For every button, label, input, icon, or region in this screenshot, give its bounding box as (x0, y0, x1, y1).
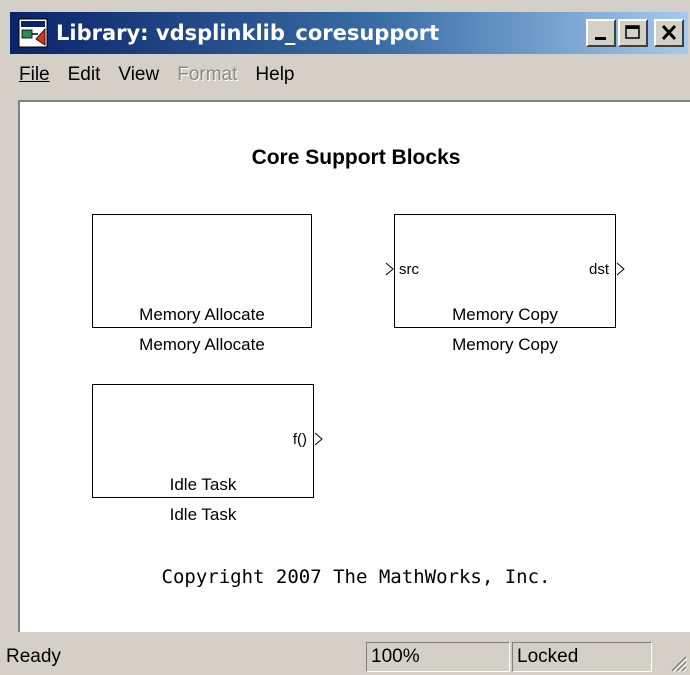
lock-status: Locked (517, 646, 579, 667)
idle-task-caption[interactable]: Idle Task (92, 505, 314, 525)
window-title: Library: vdsplinklib_coresupport (56, 21, 440, 45)
maximize-icon (625, 25, 640, 39)
menu-file[interactable]: File (10, 64, 59, 86)
zoom-level: 100% (371, 646, 420, 667)
memory-allocate-block[interactable]: Memory Allocate (92, 214, 312, 328)
src-input-port-icon[interactable] (385, 262, 395, 276)
menu-bar: File Edit View Format Help (10, 60, 688, 90)
library-window: Library: vdsplinklib_coresupport File Ed… (0, 0, 690, 675)
f-port-label: f() (292, 431, 307, 448)
idle-task-block[interactable]: f() Idle Task (92, 384, 314, 498)
f-output-port-icon[interactable] (314, 432, 324, 446)
minimize-button[interactable] (586, 19, 616, 47)
menu-edit[interactable]: Edit (59, 64, 110, 86)
menu-format[interactable]: Format (168, 64, 246, 86)
simulink-library-icon (18, 18, 48, 48)
memory-allocate-caption[interactable]: Memory Allocate (92, 335, 312, 355)
menu-help[interactable]: Help (246, 64, 303, 86)
title-bar[interactable]: Library: vdsplinklib_coresupport (10, 12, 688, 54)
memory-copy-block[interactable]: src dst Memory Copy (394, 214, 616, 328)
status-bar: Ready 100% Locked (0, 640, 690, 675)
dst-port-label: dst (588, 261, 609, 278)
status-text: Ready (6, 646, 61, 667)
memory-allocate-inner-label: Memory Allocate (139, 305, 265, 324)
lock-panel: Locked (512, 642, 652, 672)
zoom-panel: 100% (366, 642, 510, 672)
menu-view[interactable]: View (109, 64, 168, 86)
dst-output-port-icon[interactable] (616, 262, 626, 276)
canvas-title: Core Support Blocks (251, 146, 461, 169)
resize-grip-icon[interactable] (668, 653, 688, 673)
src-port-label: src (399, 261, 419, 278)
maximize-button[interactable] (618, 19, 648, 47)
close-button[interactable] (654, 19, 684, 47)
minimize-icon (595, 37, 606, 40)
library-canvas[interactable]: Core Support Blocks Memory Allocate Memo… (18, 100, 690, 632)
memory-copy-caption[interactable]: Memory Copy (394, 335, 616, 355)
window-controls (586, 19, 684, 47)
idle-task-inner-label: Idle Task (169, 475, 237, 494)
memory-copy-inner-label: Memory Copy (452, 305, 558, 324)
close-icon (661, 24, 677, 41)
copyright-annotation: Copyright 2007 The MathWorks, Inc. (161, 566, 551, 588)
